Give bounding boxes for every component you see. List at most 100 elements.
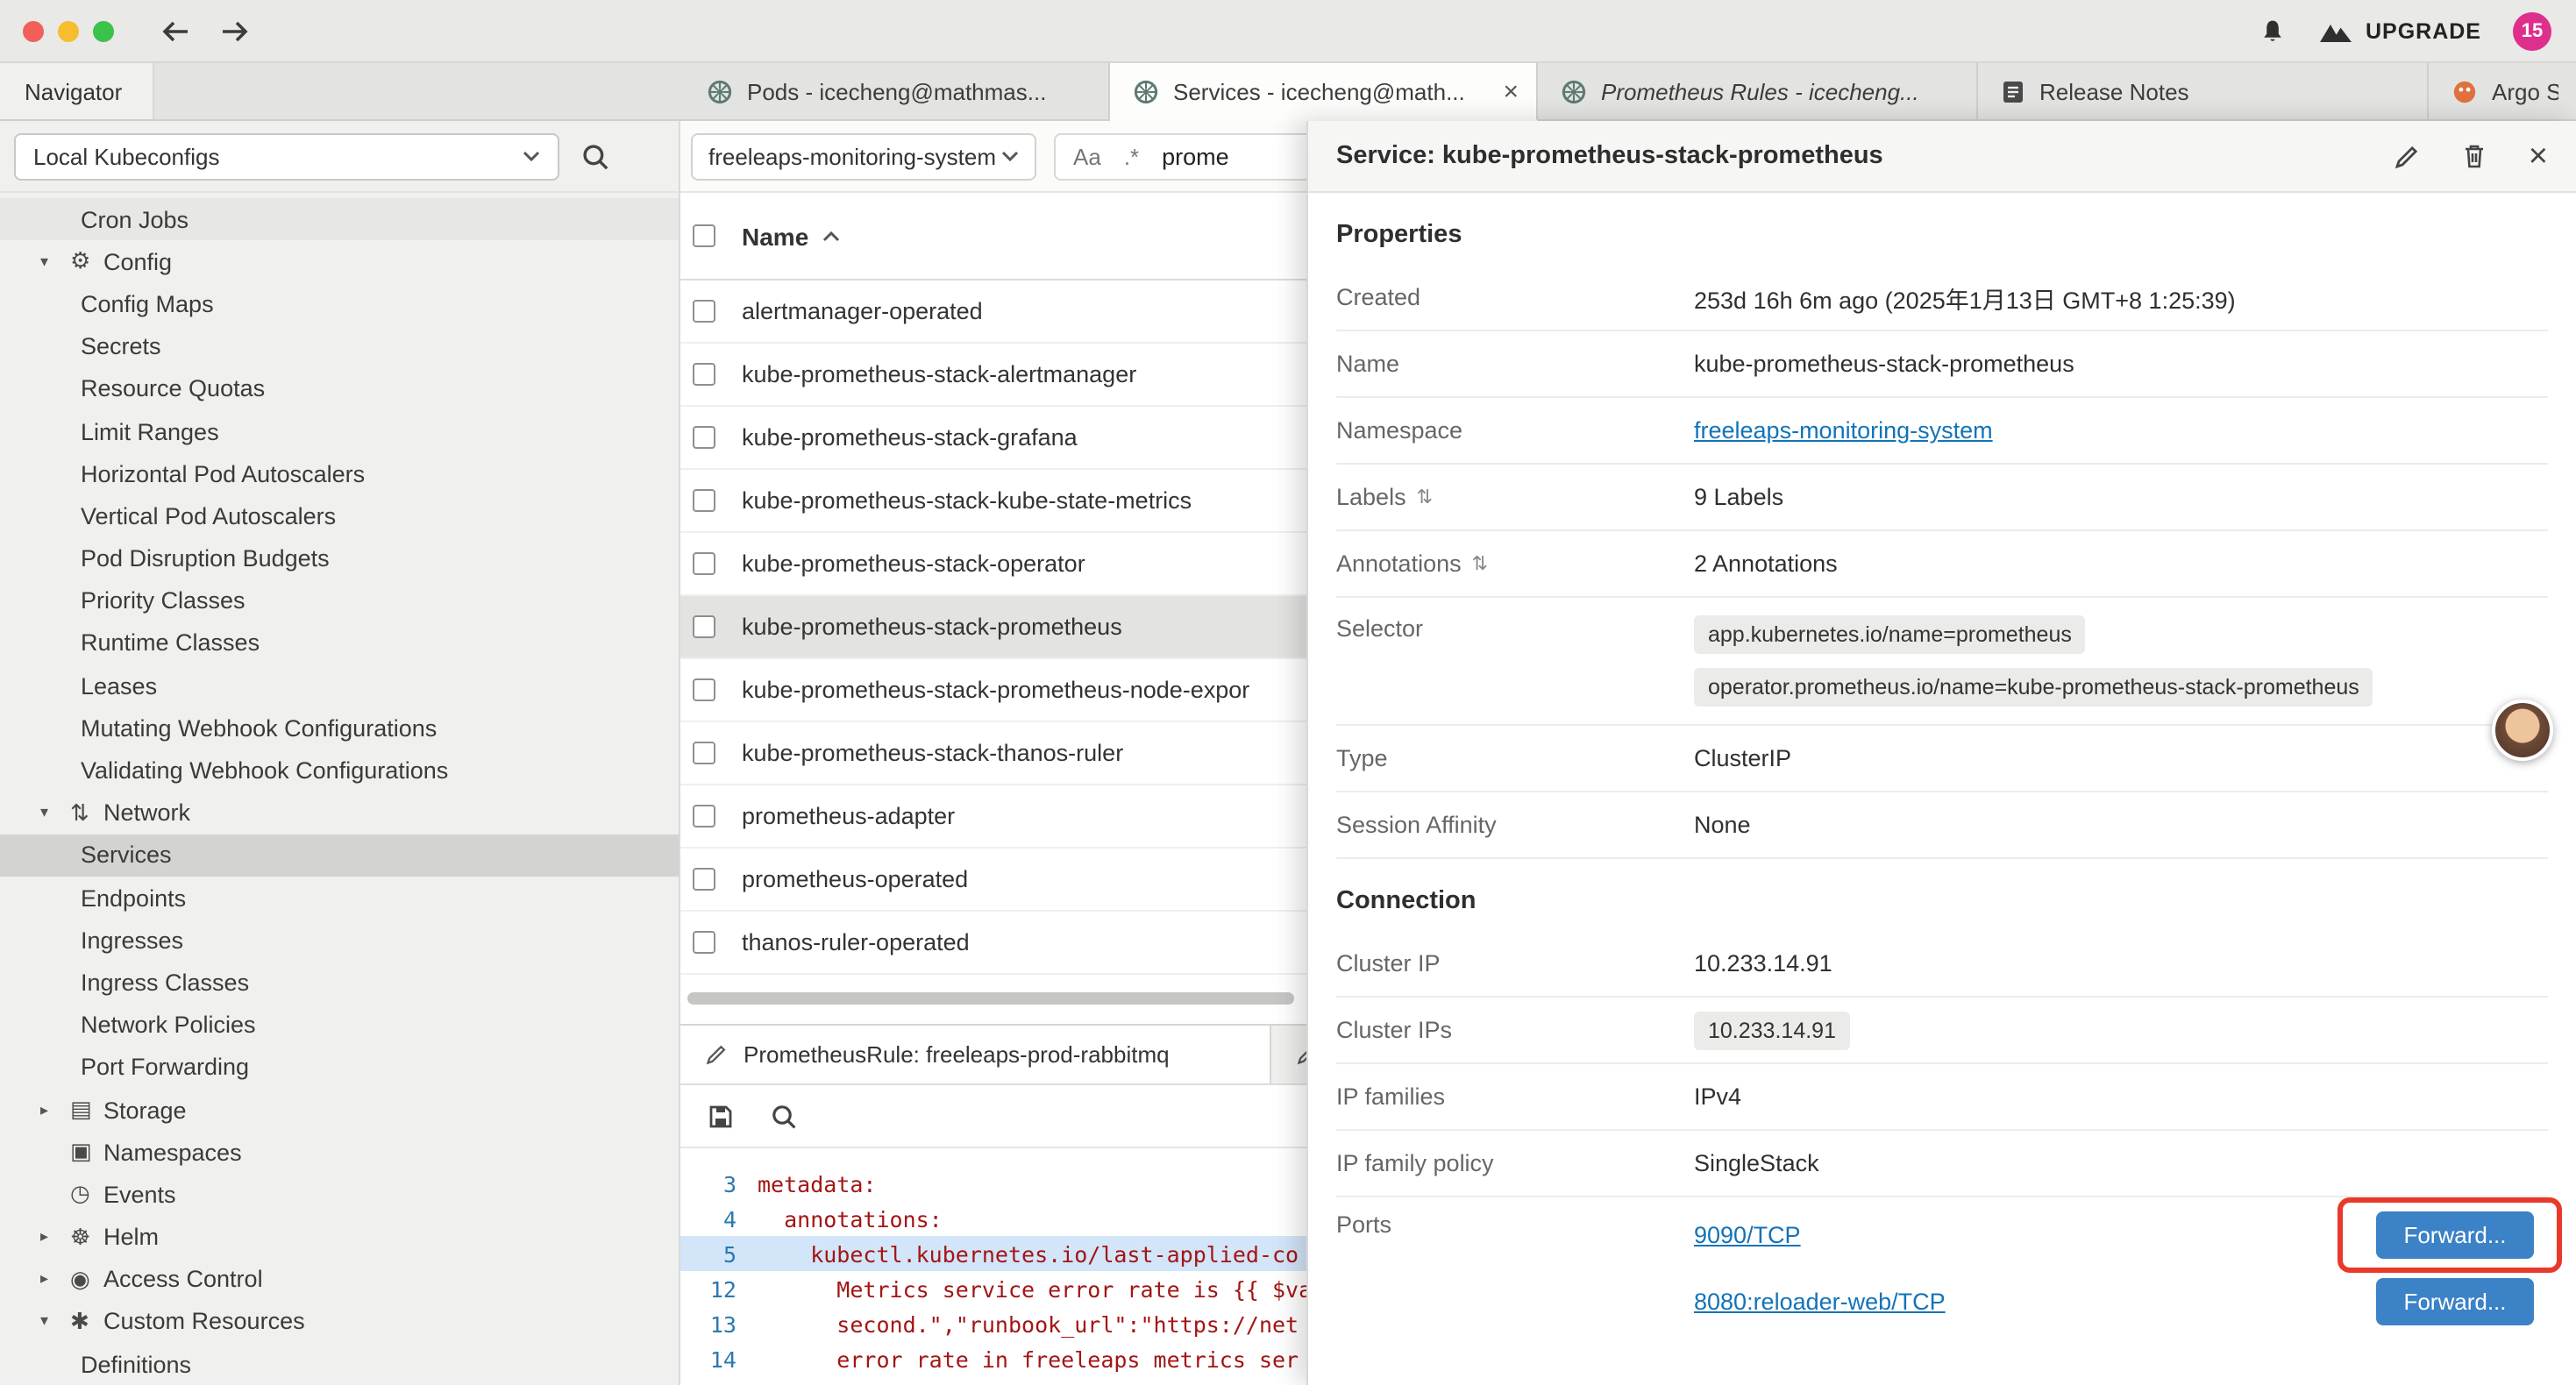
row-checkbox[interactable] bbox=[693, 805, 715, 827]
forward-button[interactable]: Forward... bbox=[2376, 1211, 2534, 1259]
sidebar-item[interactable]: Mutating Webhook Configurations bbox=[0, 707, 679, 749]
upgrade-button[interactable]: UPGRADE bbox=[2318, 18, 2481, 43]
sidebar-item[interactable]: Horizontal Pod Autoscalers bbox=[0, 452, 679, 494]
navigator-title: Navigator bbox=[25, 78, 122, 104]
sidebar-item[interactable]: Endpoints bbox=[0, 877, 679, 919]
sidebar-tree: Cron Jobs ▾ ⚙ Config Config Maps Secrets… bbox=[0, 193, 680, 1385]
sidebar-item-label: Mutating Webhook Configurations bbox=[81, 715, 437, 742]
line-text: annotations: bbox=[758, 1205, 943, 1232]
row-checkbox[interactable] bbox=[693, 742, 715, 764]
user-avatar[interactable] bbox=[2492, 700, 2553, 761]
pencil-icon bbox=[705, 1043, 728, 1066]
tab-services[interactable]: Services - icecheng@math... × bbox=[1110, 63, 1538, 121]
sidebar-item-icon: ✱ bbox=[70, 1308, 103, 1336]
namespace-link[interactable]: freeleaps-monitoring-system bbox=[1694, 417, 1993, 444]
forward-icon[interactable] bbox=[219, 18, 251, 43]
sidebar-item[interactable]: Ingresses bbox=[0, 919, 679, 961]
sidebar-item[interactable]: Limit Ranges bbox=[0, 410, 679, 452]
row-checkbox[interactable] bbox=[693, 489, 715, 512]
sidebar-item[interactable]: ▸ ◉ Access Control bbox=[0, 1258, 679, 1300]
expand-collapse-icon[interactable]: ⇅ bbox=[1472, 552, 1488, 575]
sidebar-item[interactable]: Runtime Classes bbox=[0, 622, 679, 664]
tab-close-icon[interactable]: × bbox=[1489, 76, 1519, 106]
sidebar-item[interactable]: Network Policies bbox=[0, 1004, 679, 1046]
regex-toggle[interactable]: .* bbox=[1124, 143, 1139, 169]
sidebar-item[interactable]: Pod Disruption Budgets bbox=[0, 537, 679, 579]
port-link-9090[interactable]: 9090/TCP bbox=[1694, 1222, 1801, 1248]
tab-argo[interactable]: Argo S bbox=[2429, 63, 2576, 119]
sidebar-item-label: Access Control bbox=[103, 1267, 263, 1293]
expander-icon[interactable]: ▾ bbox=[40, 252, 70, 272]
row-checkbox[interactable] bbox=[693, 363, 715, 386]
property-value: 9 Labels bbox=[1694, 484, 2548, 510]
save-icon[interactable] bbox=[707, 1102, 735, 1130]
sidebar-item[interactable]: Services bbox=[0, 835, 679, 877]
sidebar-item[interactable]: Validating Webhook Configurations bbox=[0, 749, 679, 792]
row-checkbox[interactable] bbox=[693, 552, 715, 575]
sidebar-item[interactable]: Resource Quotas bbox=[0, 368, 679, 410]
notification-count-badge[interactable]: 15 bbox=[2513, 11, 2551, 50]
close-window-button[interactable] bbox=[23, 20, 44, 41]
expander-icon[interactable]: ▸ bbox=[40, 1270, 70, 1289]
sidebar-search-icon[interactable] bbox=[580, 141, 610, 171]
expander-icon[interactable]: ▾ bbox=[40, 803, 70, 822]
dock-tab-prometheusrule[interactable]: PrometheusRule: freeleaps-prod-rabbitmq bbox=[680, 1026, 1271, 1083]
row-checkbox[interactable] bbox=[693, 678, 715, 701]
sidebar-item[interactable]: Secrets bbox=[0, 325, 679, 367]
mountain-icon bbox=[2318, 18, 2353, 43]
expander-icon[interactable]: ▸ bbox=[40, 1100, 70, 1119]
tab-prometheus-rules[interactable]: Prometheus Rules - icecheng... bbox=[1538, 63, 1978, 119]
sidebar-item[interactable]: ▣ Namespaces bbox=[0, 1131, 679, 1173]
tab-release-notes[interactable]: Release Notes bbox=[1978, 63, 2429, 119]
sidebar-item[interactable]: ▾ ⚙ Config bbox=[0, 240, 679, 282]
port-link-8080[interactable]: 8080:reloader-web/TCP bbox=[1694, 1289, 1946, 1315]
row-checkbox[interactable] bbox=[693, 615, 715, 638]
forward-button[interactable]: Forward... bbox=[2376, 1278, 2534, 1325]
sidebar-item[interactable]: Definitions bbox=[0, 1343, 679, 1385]
select-all-checkbox[interactable] bbox=[693, 224, 715, 247]
row-checkbox[interactable] bbox=[693, 868, 715, 891]
maximize-window-button[interactable] bbox=[93, 20, 114, 41]
horizontal-scrollbar[interactable] bbox=[687, 992, 1294, 1005]
sidebar-item[interactable]: ◷ Events bbox=[0, 1174, 679, 1216]
sidebar-item[interactable]: Leases bbox=[0, 664, 679, 707]
tab-bar: Navigator Pods - icecheng@mathmas... Ser… bbox=[0, 63, 2576, 121]
sidebar-item-icon: ◷ bbox=[70, 1181, 103, 1209]
edit-icon[interactable] bbox=[2394, 143, 2420, 169]
row-checkbox[interactable] bbox=[693, 300, 715, 323]
editor-search-icon[interactable] bbox=[770, 1102, 798, 1130]
kubeconfig-selector[interactable]: Local Kubeconfigs bbox=[14, 132, 559, 180]
service-name: kube-prometheus-stack-operator bbox=[742, 550, 1085, 577]
section-heading-connection: Connection bbox=[1336, 859, 2548, 931]
sort-ascending-icon bbox=[822, 231, 840, 241]
sidebar-item[interactable]: Cron Jobs bbox=[0, 198, 679, 240]
sidebar-item[interactable]: ▸ ☸ Helm bbox=[0, 1216, 679, 1258]
sidebar-item[interactable]: Ingress Classes bbox=[0, 962, 679, 1004]
expander-icon[interactable]: ▾ bbox=[40, 1312, 70, 1332]
sidebar-item[interactable]: ▾ ✱ Custom Resources bbox=[0, 1301, 679, 1343]
tab-pods[interactable]: Pods - icecheng@mathmas... bbox=[684, 63, 1110, 119]
expand-collapse-icon[interactable]: ⇅ bbox=[1417, 486, 1433, 508]
expander-icon[interactable]: ▸ bbox=[40, 1227, 70, 1246]
match-case-toggle[interactable]: Aa bbox=[1073, 143, 1101, 169]
property-label: Cluster IP bbox=[1336, 950, 1694, 977]
minimize-window-button[interactable] bbox=[58, 20, 79, 41]
notifications-bell-icon[interactable] bbox=[2259, 17, 2287, 45]
row-checkbox[interactable] bbox=[693, 426, 715, 449]
delete-trash-icon[interactable] bbox=[2462, 142, 2487, 170]
sidebar-item[interactable]: Priority Classes bbox=[0, 579, 679, 621]
line-text: metadata: bbox=[758, 1170, 876, 1197]
namespace-filter-dropdown[interactable]: freeleaps-monitoring-system bbox=[691, 132, 1036, 180]
row-checkbox[interactable] bbox=[693, 931, 715, 954]
property-label: Name bbox=[1336, 351, 1694, 377]
column-header-name[interactable]: Name bbox=[742, 222, 840, 250]
sidebar-item[interactable]: Port Forwarding bbox=[0, 1047, 679, 1089]
sidebar-item[interactable]: ▾ ⇅ Network bbox=[0, 792, 679, 834]
property-label: Labels bbox=[1336, 484, 1406, 510]
navigator-panel-tab[interactable]: Navigator bbox=[0, 63, 154, 119]
sidebar-item[interactable]: Config Maps bbox=[0, 283, 679, 325]
back-icon[interactable] bbox=[160, 18, 191, 43]
sidebar-item[interactable]: Vertical Pod Autoscalers bbox=[0, 495, 679, 537]
sidebar-item[interactable]: ▸ ▤ Storage bbox=[0, 1089, 679, 1131]
close-panel-icon[interactable]: × bbox=[2529, 139, 2548, 173]
